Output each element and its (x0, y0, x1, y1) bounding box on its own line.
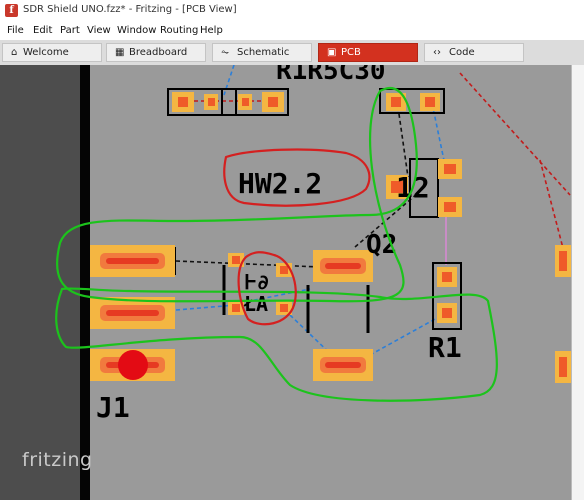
tab-breadboard-label: Breadboard (129, 47, 188, 58)
pcb-canvas[interactable]: R1R5C30 HW2.2 12 Q2 R1 J1 Ͱ∂ ŁA fritzing (0, 65, 584, 500)
title-bar: f SDR Shield UNO.fzz* - Fritzing - [PCB … (0, 0, 584, 23)
menu-routing[interactable]: Routing (160, 25, 198, 36)
menu-help[interactable]: Help (200, 25, 223, 36)
red-marker-dot (118, 350, 148, 380)
tab-schematic[interactable]: ⏦ Schematic (212, 43, 312, 62)
window-title: SDR Shield UNO.fzz* - Fritzing - [PCB Vi… (23, 4, 237, 15)
right-dock-panel (571, 65, 584, 500)
tab-welcome-label: Welcome (23, 47, 69, 58)
q2-pad-1 (313, 250, 373, 282)
ratsnest-black-3 (397, 106, 409, 178)
resistor-top-pads (172, 92, 284, 112)
silk-ic-glyphs: Ͱ∂ (244, 270, 269, 294)
menu-edit[interactable]: Edit (33, 25, 52, 36)
silk-hw-label: HW2.2 (238, 167, 322, 200)
menu-part[interactable]: Part (60, 25, 80, 36)
tab-pcb-label: PCB (341, 47, 361, 58)
cap-pads (386, 93, 440, 111)
tab-code[interactable]: ‹› Code (424, 43, 524, 62)
ratsnest-red-diagonal (459, 72, 571, 196)
schematic-icon: ⏦ (221, 47, 230, 58)
menu-view[interactable]: View (87, 25, 111, 36)
menu-bar: File Edit Part View Window Routing Help (0, 22, 584, 40)
silkscreen-outlines (167, 88, 462, 333)
tab-code-label: Code (449, 47, 475, 58)
tab-welcome[interactable]: ⌂ Welcome (2, 43, 102, 62)
silk-top-label: R1R5C30 (276, 65, 386, 86)
ratsnest-blue-3 (175, 304, 237, 311)
silk-ic-glyphs-2: ŁA (243, 292, 268, 316)
j1-pad-1 (90, 245, 175, 277)
code-icon: ‹› (433, 47, 441, 58)
menu-file[interactable]: File (7, 25, 24, 36)
right-edge-pads (555, 245, 571, 383)
welcome-icon: ⌂ (11, 47, 18, 58)
ratsnest-blue-1 (223, 65, 235, 96)
tab-schematic-label: Schematic (237, 47, 290, 58)
pcb-icon: ▣ (327, 47, 337, 58)
fritzing-watermark: fritzing (22, 449, 93, 471)
q2-pad-2 (313, 349, 373, 381)
silk-r1-label: R1 (428, 331, 462, 364)
tab-pcb[interactable]: ▣ PCB (318, 43, 418, 62)
menu-window[interactable]: Window (117, 25, 156, 36)
view-tab-bar: ⌂ Welcome ▦ Breadboard ⏦ Schematic ▣ PCB… (0, 40, 584, 66)
pcb-board-drawing[interactable]: R1R5C30 HW2.2 12 Q2 R1 J1 Ͱ∂ ŁA (0, 65, 584, 500)
breadboard-icon: ▦ (115, 47, 125, 58)
tab-breadboard[interactable]: ▦ Breadboard (106, 43, 206, 62)
silk-j1-label: J1 (96, 391, 130, 424)
fritzing-app-icon: f (5, 4, 18, 17)
ratsnest-black-1 (175, 260, 321, 268)
